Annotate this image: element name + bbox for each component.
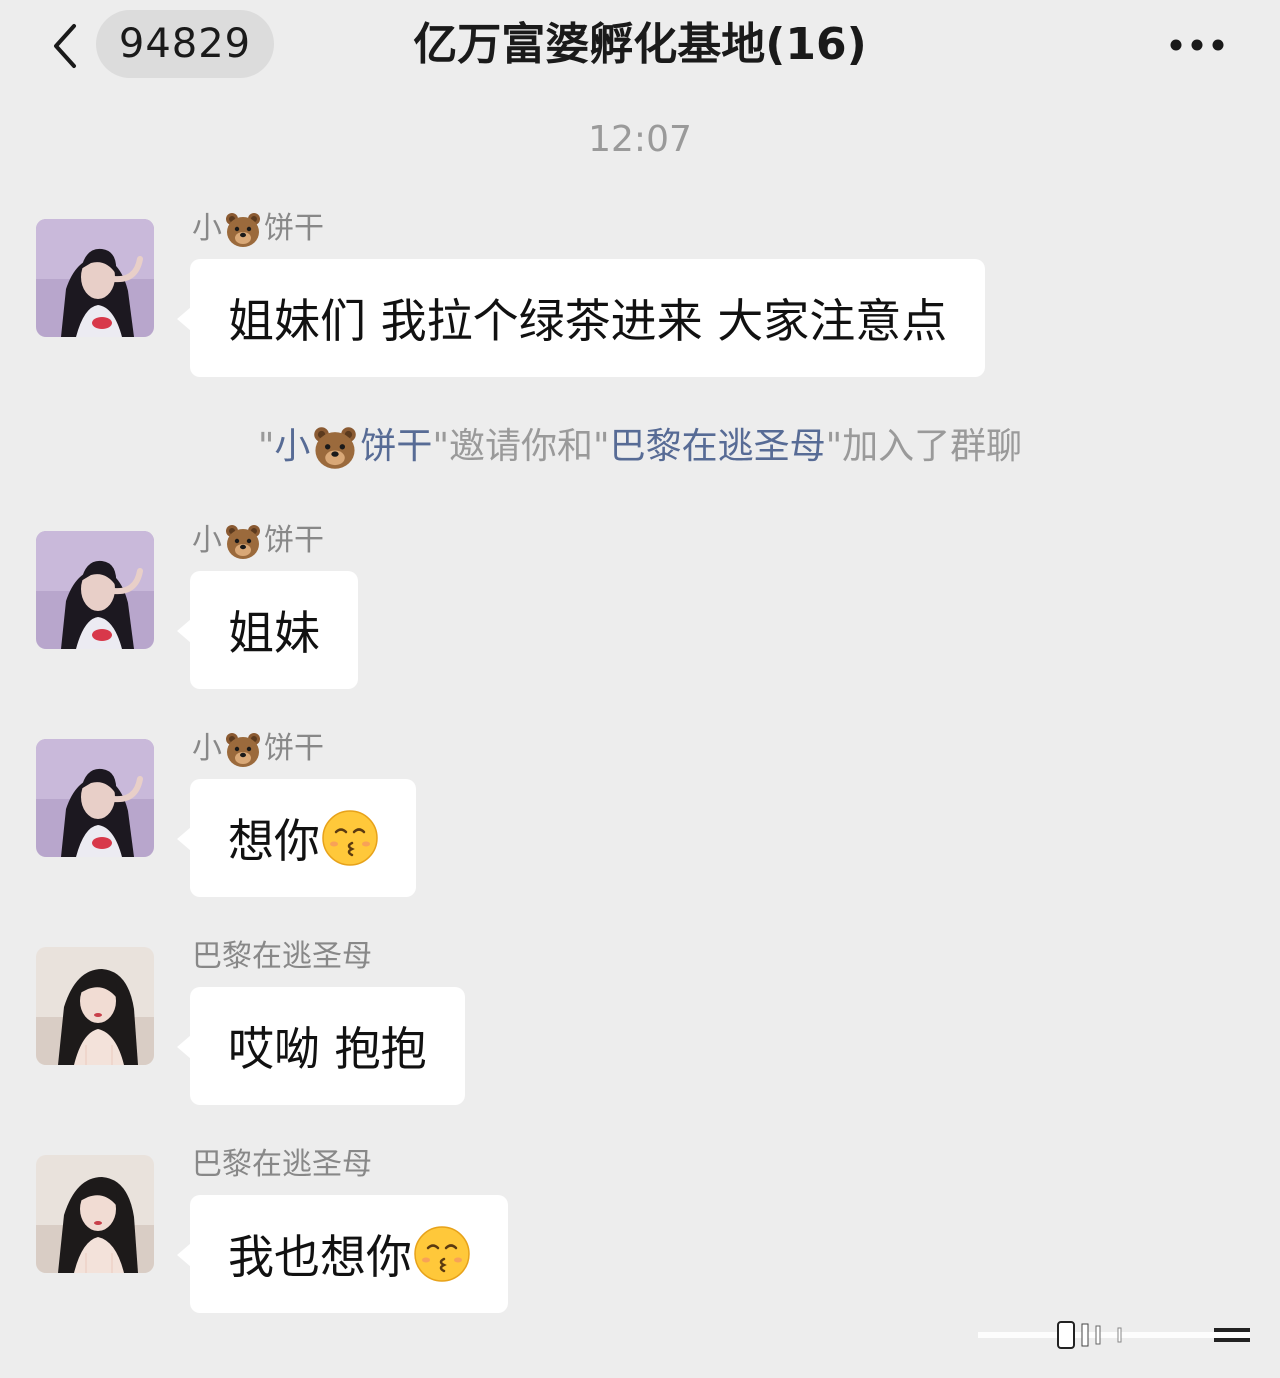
message-bubble[interactable]: 想你 — [177, 779, 416, 897]
time-stamp: 12:07 — [588, 119, 692, 160]
more-button[interactable] — [1162, 20, 1232, 70]
message-text: 姐妹们 我拉个绿茶进来 大家注意点 — [228, 294, 948, 348]
sender-name: 小饼干 — [192, 523, 324, 559]
unread-count-badge[interactable]: 94829 — [96, 10, 274, 78]
invitee-link[interactable]: 巴黎在逃圣母 — [610, 426, 826, 467]
message-bubble[interactable]: 姐妹 — [177, 571, 358, 689]
avatar[interactable] — [36, 1155, 154, 1273]
message-bubble[interactable]: 哎呦 抱抱 — [177, 987, 465, 1105]
message-bubble[interactable]: 姐妹们 我拉个绿茶进来 大家注意点 — [176, 259, 986, 377]
bear-face-icon — [226, 212, 260, 247]
back-button[interactable] — [40, 18, 88, 74]
message-bubble[interactable]: 我也想你 — [177, 1195, 508, 1313]
sender-name: 巴黎在逃圣母 — [192, 1147, 372, 1182]
watermark-logo — [978, 1321, 1250, 1349]
chat-header: 94829 亿万富婆孵化基地(16) — [0, 0, 1280, 92]
message-text: 姐妹 — [228, 606, 320, 660]
more-dots-icon — [1170, 39, 1224, 51]
inviter-link[interactable]: 小饼干 — [274, 426, 432, 469]
chevron-left-icon — [54, 24, 76, 68]
kissing-face-icon — [322, 810, 378, 866]
bear-face-icon — [226, 732, 260, 767]
message-text: 我也想你 — [228, 1230, 412, 1284]
kissing-face-icon — [414, 1226, 470, 1282]
system-notice: "小 饼干"邀请你和"巴黎在逃圣母"加入了群聊 — [0, 424, 1280, 470]
avatar[interactable] — [36, 219, 154, 337]
sender-name: 小饼干 — [192, 211, 324, 247]
sender-name: 巴黎在逃圣母 — [192, 939, 372, 974]
bear-face-icon — [226, 524, 260, 559]
avatar[interactable] — [36, 947, 154, 1065]
avatar[interactable] — [36, 531, 154, 649]
bear-face-icon — [314, 427, 357, 469]
message-text: 哎呦 抱抱 — [228, 1022, 427, 1076]
avatar[interactable] — [36, 739, 154, 857]
sender-name: 小饼干 — [192, 731, 324, 767]
chat-title: 亿万富婆孵化基地(16) — [413, 19, 867, 70]
message-text: 想你 — [228, 814, 320, 868]
